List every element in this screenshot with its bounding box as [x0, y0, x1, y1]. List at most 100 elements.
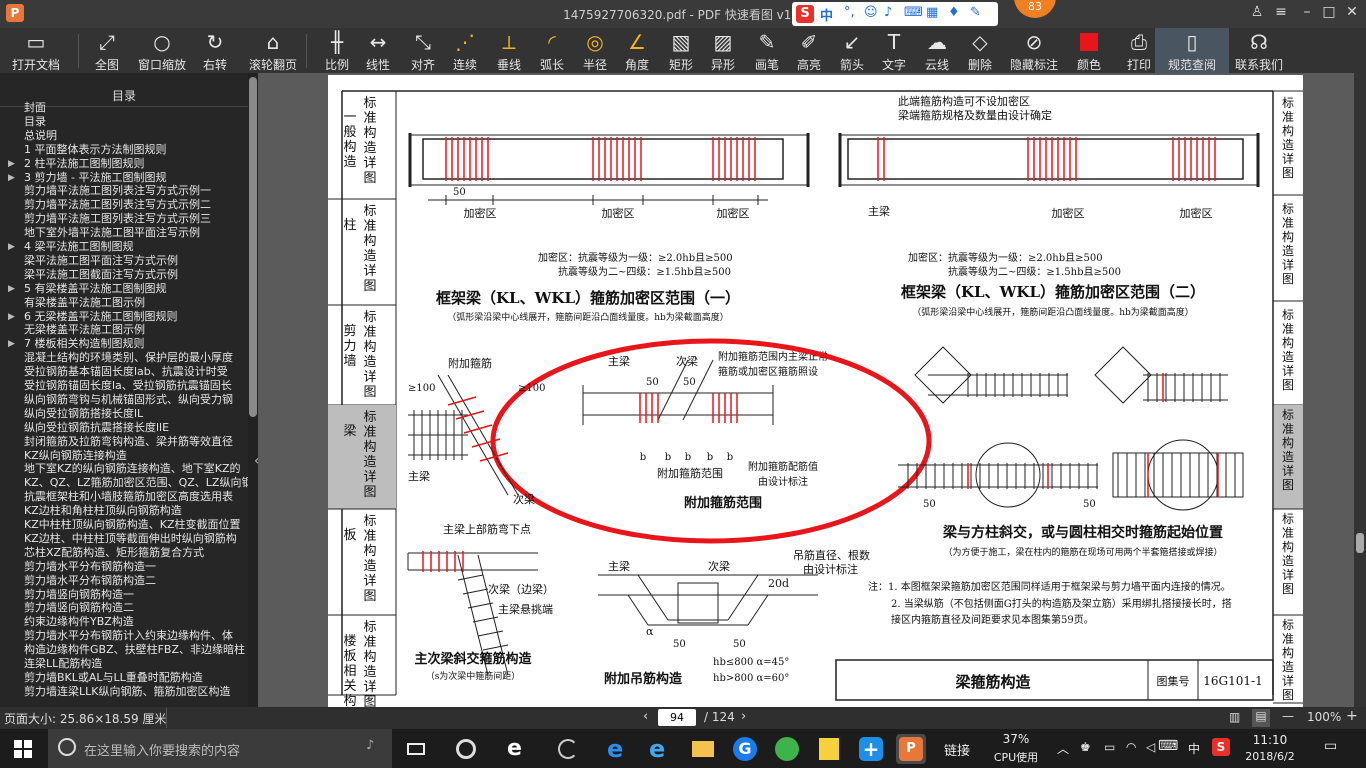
notification-badge[interactable]: 83	[1014, 0, 1056, 18]
toc-item[interactable]: 剪力墙竖向钢筋构造一	[24, 588, 248, 602]
toolbar-continuous-button[interactable]: ⋰ 连续	[444, 28, 486, 73]
toolbar-standard-lookup-button[interactable]: ▯ 规范查阅	[1155, 28, 1229, 73]
expand-arrow-icon[interactable]: ▶	[8, 310, 15, 324]
browser-e-icon[interactable]: e	[503, 734, 533, 764]
ie-icon[interactable]: e	[645, 734, 675, 764]
toc-item[interactable]: 芯柱XZ配筋构造、矩形箍筋复合方式	[24, 546, 248, 560]
toc-item[interactable]: 混凝土结构的环境类别、保护层的最小厚度	[24, 351, 248, 365]
toc-item[interactable]: 剪力墙平法施工图列表注写方式示例一	[24, 184, 248, 198]
task-view-icon[interactable]	[401, 734, 431, 764]
links-toolbar[interactable]: 链接	[944, 740, 970, 759]
skin-icon[interactable]: ♦	[948, 5, 960, 20]
prev-page-icon[interactable]: ‹	[643, 709, 648, 724]
toc-item[interactable]: 纵向受拉钢筋搭接长度lL	[24, 407, 248, 421]
expand-arrow-icon[interactable]: ▶	[8, 337, 15, 351]
toolbar-radius-button[interactable]: ◎ 半径	[574, 28, 616, 73]
single-page-icon[interactable]: ▤	[1252, 709, 1270, 727]
microphone-icon[interactable]: ♪	[366, 738, 374, 753]
toc-item[interactable]: ▶ 3 剪力墙 - 平法施工图制图规	[8, 171, 248, 185]
toc-item[interactable]: KZ边柱、中柱柱顶等截面伸出时纵向钢筋构	[24, 532, 248, 546]
emoji-icon[interactable]: ☺	[864, 5, 878, 20]
toolbar-cloud-button[interactable]: ☁ 云线	[916, 28, 958, 73]
toc-item[interactable]: ▶ 5 有梁楼盖平法施工图制图规	[8, 282, 248, 296]
punct-icon[interactable]: °,	[844, 5, 855, 20]
toc-item[interactable]: 目录	[24, 115, 248, 129]
maximize-icon[interactable]: □	[1318, 4, 1340, 20]
toc-item[interactable]: 剪力墙水平分布钢筋计入约束边缘构件、体	[24, 629, 248, 643]
expand-arrow-icon[interactable]: ▶	[8, 282, 15, 296]
toc-item[interactable]: 剪力墙水平分布钢筋构造一	[24, 560, 248, 574]
viewer-scrollbar[interactable]	[1354, 73, 1366, 707]
plus-app-icon[interactable]: +	[856, 734, 886, 764]
toc-item[interactable]: 梁平法施工图截面注写方式示例	[24, 268, 248, 282]
toc-item[interactable]: 剪力墙平法施工图列表注写方式示例二	[24, 198, 248, 212]
sogou-icon[interactable]: S	[796, 5, 814, 23]
expand-arrow-icon[interactable]: ▶	[8, 157, 15, 171]
toolbar-print-button[interactable]: ⎙ 打印	[1118, 28, 1160, 73]
toolbar-contact-button[interactable]: ☊ 联系我们	[1229, 28, 1289, 73]
toc-item[interactable]: 剪力墙平法施工图列表注写方式示例三	[24, 212, 248, 226]
scroll-view-icon[interactable]: ▥	[1229, 710, 1240, 724]
document-viewer[interactable]: 标准构造详图一般构造标准构造详图柱标准构造详图剪力墙标准构造详图梁标准构造详图板…	[258, 73, 1366, 707]
minimize-icon[interactable]: –	[1296, 4, 1318, 20]
toc-item[interactable]: 封面	[24, 101, 248, 115]
toc-item[interactable]: 构造边缘构件GBZ、扶壁柱FBZ、非边缘暗柱	[24, 643, 248, 657]
sogou-tray-icon[interactable]: S	[1212, 738, 1230, 756]
notification-center-icon[interactable]: ▭	[1324, 738, 1337, 754]
toc-item[interactable]: 地下室外墙平法施工图平面注写示例	[24, 226, 248, 240]
toc-item[interactable]: KZ纵向钢筋连接构造	[24, 449, 248, 463]
page-number-input[interactable]: 94	[658, 709, 696, 726]
toolbar-hide-markup-button[interactable]: ⊘ 隐藏标注	[1004, 28, 1064, 73]
people-icon[interactable]: ♚	[1080, 740, 1091, 754]
toc-scrollbar[interactable]	[248, 73, 258, 707]
file-explorer-icon[interactable]	[688, 734, 718, 764]
toc-item[interactable]: ▶ 7 楼板相关构造制图规则	[8, 337, 248, 351]
toolbar-arrow-button[interactable]: ↙ 箭头	[831, 28, 873, 73]
clock-date[interactable]: 2018/6/2	[1244, 750, 1296, 763]
toc-item[interactable]: ▶ 2 柱平法施工图制图规则	[8, 157, 248, 171]
notes-app-icon[interactable]	[814, 734, 844, 764]
toc-item[interactable]: 封闭箍筋及拉筋弯钩构造、梁并筋等效直径	[24, 435, 248, 449]
toolbar-text-button[interactable]: T 文字	[873, 28, 915, 73]
mic-icon[interactable]: ♪	[884, 5, 892, 20]
toc-item[interactable]: KZ中柱柱顶纵向钢筋构造、KZ柱变截面位置	[24, 518, 248, 532]
toolbar-pen-button[interactable]: ✎ 画笔	[746, 28, 788, 73]
toc-item[interactable]: 纵向受拉钢筋抗震搭接长度llE	[24, 421, 248, 435]
toolbar-arc-length-button[interactable]: ◜ 弧长	[531, 28, 573, 73]
toc-item[interactable]: 剪力墙水平分布钢筋构造二	[24, 574, 248, 588]
toc-item[interactable]: 纵向钢筋弯钩与机械锚固形式、纵向受力钢	[24, 393, 248, 407]
next-page-icon[interactable]: ›	[741, 709, 746, 724]
keyboard-icon[interactable]: ⌨	[904, 5, 923, 20]
toc-item[interactable]: 抗震框架柱和小墙肢箍筋加密区高度选用表	[24, 490, 248, 504]
toolbar-scroll-page-button[interactable]: ⌂ 滚轮翻页	[243, 28, 303, 73]
pdf-page[interactable]: 标准构造详图一般构造标准构造详图柱标准构造详图剪力墙标准构造详图梁标准构造详图板…	[328, 75, 1303, 707]
zoom-in-icon[interactable]: +	[1346, 708, 1358, 724]
ime-mode[interactable]: 中	[820, 5, 833, 24]
expand-arrow-icon[interactable]: ▶	[8, 240, 15, 254]
toc-item[interactable]: 有梁楼盖平法施工图示例	[24, 296, 248, 310]
toc-item[interactable]: 总说明	[24, 129, 248, 143]
viewer-scroll-thumb[interactable]	[1356, 533, 1364, 553]
toc-item[interactable]: 梁平法施工图平面注写方式示例	[24, 254, 248, 268]
zoom-out-icon[interactable]: —	[1282, 709, 1294, 723]
toc-item[interactable]: 剪力墙连梁LLK纵向钢筋、箍筋加密区构造	[24, 685, 248, 699]
toolbar-highlighter-button[interactable]: ✐ 高亮	[788, 28, 830, 73]
toolbar-angle-button[interactable]: ∠ 角度	[616, 28, 658, 73]
toc-item[interactable]: 地下室KZ的纵向钢筋连接构造、地下室KZ的	[24, 462, 248, 476]
toolbar-open-button[interactable]: ▭ 打开文档	[6, 28, 66, 73]
ime-toolbar[interactable]: S 中 °, ☺ ♪ ⌨ ▦ ♦ ✎	[792, 2, 998, 26]
toc-item[interactable]: ▶ 4 梁平法施工图制图规	[8, 240, 248, 254]
toc-item[interactable]: 连梁LL配筋构造	[24, 657, 248, 671]
toc-item[interactable]: 受拉钢筋基本锚固长度lab、抗震设计时受	[24, 365, 248, 379]
toc-item[interactable]: ▶ 6 无梁楼盖平法施工图制图规则	[8, 310, 248, 324]
toolbar-zoom-window-button[interactable]: ○ 窗口缩放	[134, 28, 190, 73]
volume-icon[interactable]: ◁	[1146, 740, 1155, 754]
toc-item[interactable]: 剪力墙竖向钢筋构造二	[24, 601, 248, 615]
app-logo[interactable]: P	[6, 4, 24, 22]
toolbar-rectangle-button[interactable]: ▧ 矩形	[660, 28, 702, 73]
toolbar-aligned-button[interactable]: ⤡ 对齐	[402, 28, 444, 73]
edge-icon[interactable]: e	[603, 734, 633, 764]
toolbar-scale-button[interactable]: ╫ 比例	[316, 28, 358, 73]
zoom-level[interactable]: 100%	[1307, 710, 1341, 724]
expand-arrow-icon[interactable]: ▶	[8, 171, 15, 185]
